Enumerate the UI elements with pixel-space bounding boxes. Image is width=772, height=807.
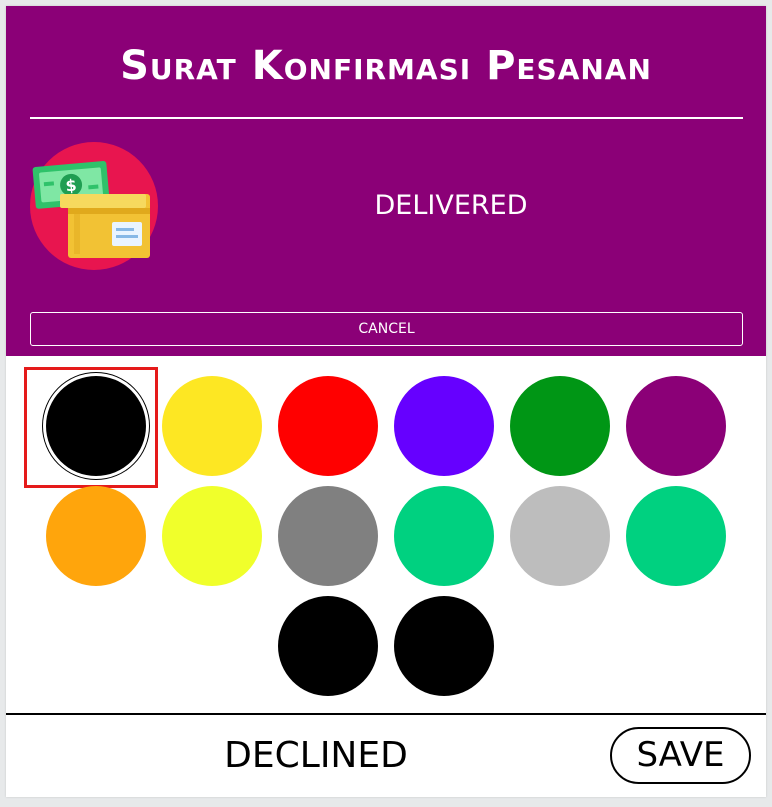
color-swatch-gray[interactable] [278, 486, 378, 586]
color-swatch-teal[interactable] [394, 486, 494, 586]
color-swatch-red[interactable] [278, 376, 378, 476]
declined-label[interactable]: DECLINED [166, 734, 466, 778]
order-status-label: DELIVERED [374, 190, 528, 221]
svg-text:$: $ [65, 175, 78, 195]
money-box-delivery-icon: $ [30, 142, 158, 270]
color-swatch-violet[interactable] [394, 376, 494, 476]
color-swatch-light-yellow[interactable] [162, 486, 262, 586]
save-button[interactable]: SAVE [610, 727, 751, 784]
color-swatch-purple[interactable] [626, 376, 726, 476]
dialog-header: Surat Konfirmasi Pesanan $ DELIVERED CAN… [6, 6, 766, 356]
color-swatch-black-3[interactable] [394, 596, 494, 696]
color-swatch-black-selected[interactable] [46, 376, 146, 476]
color-swatch-orange[interactable] [46, 486, 146, 586]
color-swatch-black-2[interactable] [278, 596, 378, 696]
cancel-button[interactable]: CANCEL [30, 312, 743, 346]
title-divider [30, 117, 743, 119]
confirmation-dialog: Surat Konfirmasi Pesanan $ DELIVERED CAN… [6, 6, 766, 797]
dialog-title: Surat Konfirmasi Pesanan [120, 43, 652, 89]
color-swatch-green[interactable] [510, 376, 610, 476]
color-swatch-teal-2[interactable] [626, 486, 726, 586]
color-swatch-yellow[interactable] [162, 376, 262, 476]
footer-divider [6, 713, 766, 715]
color-swatch-silver[interactable] [510, 486, 610, 586]
